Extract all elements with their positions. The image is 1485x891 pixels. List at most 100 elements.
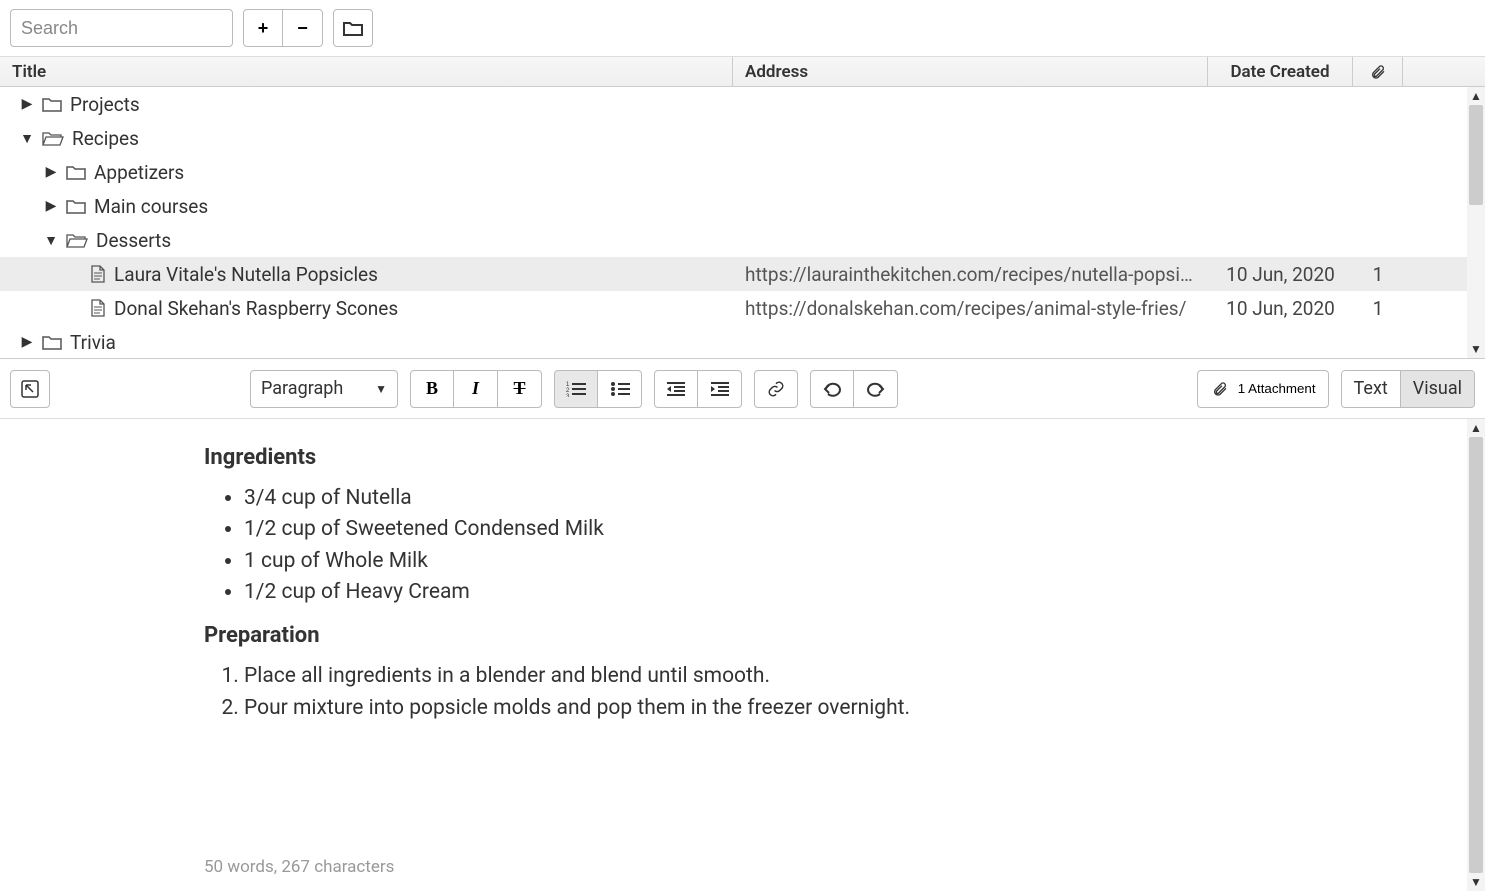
italic-button[interactable]: I — [454, 370, 498, 408]
tree-row-address: https://laurainthekitchen.com/recipes/nu… — [733, 263, 1208, 286]
bold-icon: B — [426, 378, 438, 399]
expand-toggle-icon[interactable]: ▶ — [20, 334, 34, 350]
table-header: Title Address Date Created — [0, 57, 1485, 87]
link-icon — [766, 380, 786, 398]
list-group: 123 — [554, 370, 642, 408]
unordered-list-button[interactable] — [598, 370, 642, 408]
collapse-button[interactable] — [10, 370, 50, 408]
search-input[interactable] — [10, 9, 233, 47]
folder-icon — [42, 96, 62, 112]
tree-row-date: 10 Jun, 2020 — [1208, 297, 1353, 320]
indent-icon — [710, 381, 730, 397]
strike-button[interactable]: T — [498, 370, 542, 408]
link-button[interactable] — [754, 370, 798, 408]
scroll-thumb[interactable] — [1469, 105, 1483, 205]
tree-row-label: Donal Skehan's Raspberry Scones — [114, 297, 398, 320]
scroll-up-icon[interactable]: ▲ — [1467, 87, 1485, 105]
add-button[interactable]: + — [243, 9, 283, 47]
list-item: 1/2 cup of Sweetened Condensed Milk — [244, 515, 1485, 544]
editor-content[interactable]: Ingredients 3/4 cup of Nutella1/2 cup of… — [0, 419, 1485, 723]
folder-icon — [343, 20, 363, 36]
tree-row-attachments: 1 — [1353, 263, 1403, 286]
tree-row[interactable]: Donal Skehan's Raspberry Scones https://d… — [0, 291, 1485, 325]
paragraph-select-label: Paragraph — [261, 378, 343, 399]
visual-mode-tab[interactable]: Visual — [1400, 371, 1474, 407]
ordered-list-button[interactable]: 123 — [554, 370, 598, 408]
folder-button[interactable] — [333, 9, 373, 47]
bold-button[interactable]: B — [410, 370, 454, 408]
collapse-toggle-icon[interactable]: ▼ — [20, 130, 34, 147]
expand-toggle-icon[interactable]: ▶ — [44, 164, 58, 180]
undo-icon — [822, 381, 842, 397]
header-title[interactable]: Title — [0, 57, 733, 86]
attachments-label: 1 Attachment — [1238, 381, 1316, 396]
header-address-label: Address — [745, 62, 808, 82]
tree-row[interactable]: ▶ Trivia — [0, 325, 1485, 358]
scroll-down-icon[interactable]: ▼ — [1467, 340, 1485, 358]
header-title-label: Title — [12, 62, 46, 82]
list-item: 1/2 cup of Heavy Cream — [244, 578, 1485, 607]
editor-toolbar: Paragraph ▼ B I T 123 — [0, 359, 1485, 419]
tree-row-label: Laura Vitale's Nutella Popsicles — [114, 263, 378, 286]
tree-row-label: Main courses — [94, 195, 208, 218]
tree-row-address: https://donalskehan.com/recipes/animal-s… — [733, 297, 1208, 320]
strikethrough-icon: T — [513, 378, 525, 399]
attachment-icon — [1368, 64, 1388, 80]
undo-button[interactable] — [810, 370, 854, 408]
scroll-track[interactable] — [1467, 437, 1485, 873]
file-icon — [90, 299, 106, 317]
remove-button[interactable]: − — [283, 9, 323, 47]
tree-area: ▶Projects▼Recipes▶Appetizers▶Main course… — [0, 87, 1485, 359]
tree-row-label: Projects — [70, 93, 140, 116]
collapse-icon — [21, 380, 39, 398]
ingredients-list: 3/4 cup of Nutella1/2 cup of Sweetened C… — [204, 484, 1485, 608]
tree-row[interactable]: ▼ Recipes — [0, 121, 1485, 155]
text-mode-tab[interactable]: Text — [1342, 371, 1400, 407]
scroll-track[interactable] — [1467, 105, 1485, 340]
tree-row[interactable]: ▼ Desserts — [0, 223, 1485, 257]
collapse-toggle-icon[interactable]: ▼ — [44, 232, 58, 249]
expand-toggle-icon[interactable]: ▶ — [20, 96, 34, 112]
folder-icon — [42, 334, 62, 350]
tree-row-attachments: 1 — [1353, 297, 1403, 320]
scroll-thumb[interactable] — [1469, 437, 1483, 873]
preparation-heading: Preparation — [204, 621, 1485, 652]
folder-open-icon — [42, 130, 64, 146]
list-item: 1 cup of Whole Milk — [244, 547, 1485, 576]
scroll-up-icon[interactable]: ▲ — [1467, 419, 1485, 437]
tree-row[interactable]: ▶Appetizers — [0, 155, 1485, 189]
header-date-label: Date Created — [1230, 62, 1329, 82]
header-address[interactable]: Address — [733, 57, 1208, 86]
attachments-button[interactable]: 1 Attachment — [1197, 370, 1329, 408]
editor-scrollbar[interactable]: ▲ ▼ — [1467, 419, 1485, 891]
header-date[interactable]: Date Created — [1208, 57, 1353, 86]
top-toolbar: + − — [0, 0, 1485, 57]
outdent-button[interactable] — [654, 370, 698, 408]
ordered-list-icon: 123 — [566, 381, 586, 397]
tree-row[interactable]: ▶ Projects — [0, 87, 1485, 121]
expand-toggle-icon[interactable]: ▶ — [44, 198, 58, 214]
redo-button[interactable] — [854, 370, 898, 408]
attachment-icon — [1210, 381, 1230, 397]
outdent-icon — [666, 381, 686, 397]
folder-icon — [66, 164, 86, 180]
tree-row-label: Trivia — [70, 331, 116, 354]
list-item: Pour mixture into popsicle molds and pop… — [244, 694, 1485, 723]
add-remove-group: + − — [243, 9, 323, 47]
file-icon — [90, 265, 106, 283]
format-group: B I T — [410, 370, 542, 408]
tree-scrollbar[interactable]: ▲ ▼ — [1467, 87, 1485, 358]
list-item: 3/4 cup of Nutella — [244, 484, 1485, 513]
tree-row[interactable]: ▶ Main courses — [0, 189, 1485, 223]
view-mode-segment: Text Visual — [1341, 370, 1475, 408]
header-attachments[interactable] — [1353, 57, 1403, 86]
scroll-down-icon[interactable]: ▼ — [1467, 873, 1485, 891]
tree-row-label: Recipes — [72, 127, 139, 150]
ingredients-heading: Ingredients — [204, 443, 1485, 474]
tree-row[interactable]: Laura Vitale's Nutella Popsicles https://… — [0, 257, 1485, 291]
paragraph-select[interactable]: Paragraph ▼ — [250, 370, 398, 408]
indent-button[interactable] — [698, 370, 742, 408]
history-group — [810, 370, 898, 408]
tree-row-label: Desserts — [96, 229, 171, 252]
text-mode-label: Text — [1354, 378, 1388, 399]
